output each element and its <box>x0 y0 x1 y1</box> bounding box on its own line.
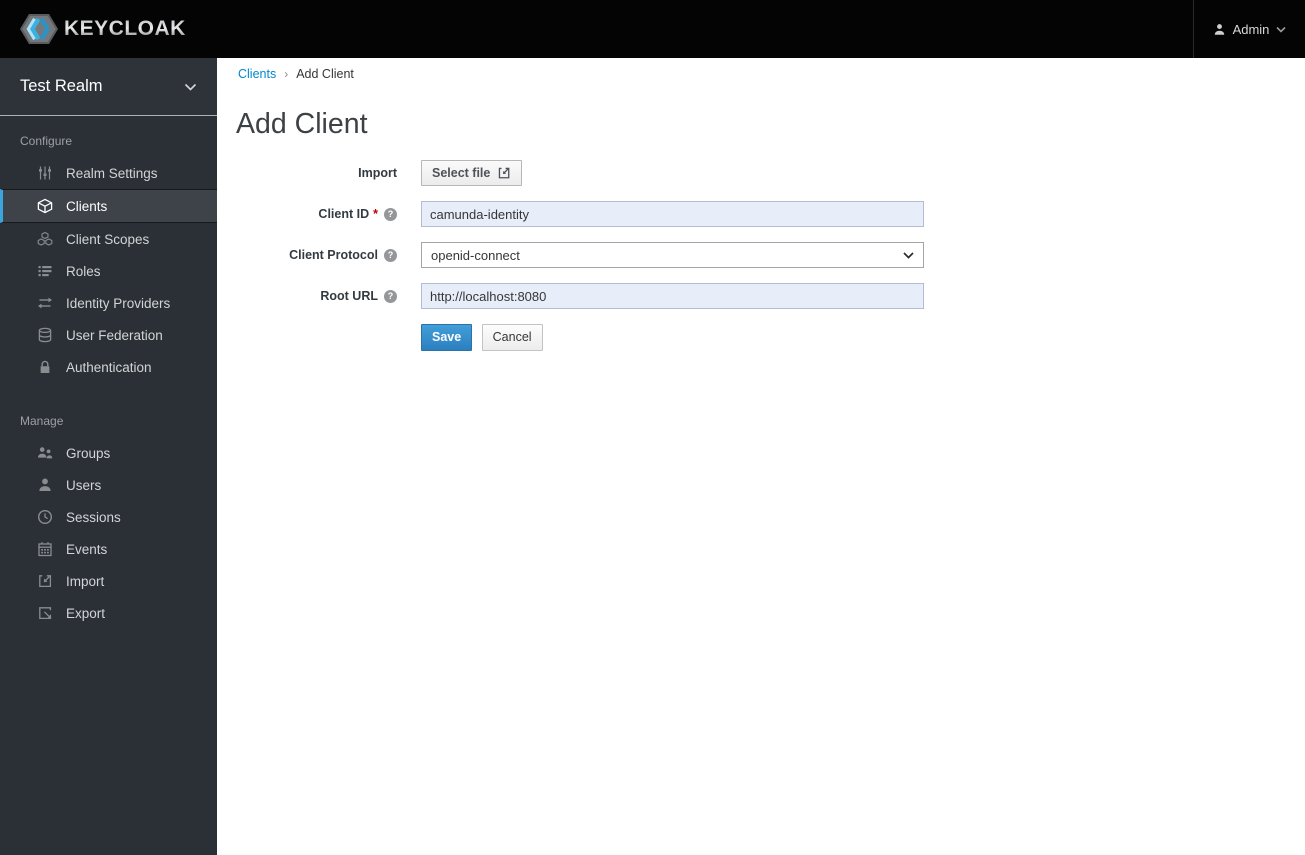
lock-icon <box>36 359 53 375</box>
sidebar-item-label: Realm Settings <box>66 165 158 181</box>
sidebar-item-identity-providers[interactable]: Identity Providers <box>0 287 217 319</box>
import-label: Import <box>358 166 397 180</box>
client-protocol-selected-value: openid-connect <box>431 247 520 263</box>
chevron-down-icon <box>184 83 197 91</box>
select-file-button[interactable]: Select file <box>421 160 523 186</box>
sidebar-item-authentication[interactable]: Authentication <box>0 351 217 383</box>
client-protocol-label: Client Protocol ? <box>238 248 397 262</box>
sidebar-item-label: Clients <box>66 198 108 214</box>
realm-selector-label: Test Realm <box>20 77 103 95</box>
sidebar-item-label: Import <box>66 573 105 589</box>
root-url-input[interactable] <box>421 283 924 309</box>
sidebar-item-label: Groups <box>66 445 111 461</box>
exchange-icon <box>36 295 53 311</box>
sidebar-item-label: Roles <box>66 263 101 279</box>
form-row-client-id: Client ID * ? <box>238 201 924 227</box>
root-url-label: Root URL ? <box>238 289 397 303</box>
sidebar-item-clients[interactable]: Clients <box>0 189 217 223</box>
client-protocol-select[interactable]: openid-connect <box>421 242 924 268</box>
sidebar-item-label: Sessions <box>66 509 121 525</box>
breadcrumb-current: Add Client <box>296 67 354 81</box>
sidebar-item-label: Identity Providers <box>66 295 171 311</box>
sidebar-item-label: Authentication <box>66 359 152 375</box>
sidebar-item-roles[interactable]: Roles <box>0 255 217 287</box>
sidebar-item-label: Users <box>66 477 102 493</box>
help-icon: ? <box>384 289 397 303</box>
client-id-label: Client ID * ? <box>238 207 397 221</box>
import-icon <box>36 573 53 589</box>
sidebar-item-users[interactable]: Users <box>0 469 217 501</box>
keycloak-logo: KEYCLOAK <box>0 0 186 58</box>
page-title: Add Client <box>236 108 368 140</box>
user-menu-label: Admin <box>1232 21 1270 37</box>
sidebar-item-user-federation[interactable]: User Federation <box>0 319 217 351</box>
section-label: Configure <box>20 134 73 148</box>
user-menu[interactable]: Admin <box>1193 0 1305 58</box>
sidebar-item-events[interactable]: Events <box>0 533 217 565</box>
user-icon <box>1213 23 1226 36</box>
client-id-input[interactable] <box>421 201 924 227</box>
sidebar: Test Realm Configure Realm Settings Clie… <box>0 58 217 855</box>
sidebar-item-export[interactable]: Export <box>0 597 217 629</box>
brand-wordmark: KEYCLOAK <box>64 17 186 40</box>
sidebar-item-import[interactable]: Import <box>0 565 217 597</box>
sidebar-item-groups[interactable]: Groups <box>0 437 217 469</box>
sidebar-item-realm-settings[interactable]: Realm Settings <box>0 157 217 189</box>
breadcrumb: Clients › Add Client <box>238 67 354 81</box>
realm-selector[interactable]: Test Realm <box>0 58 217 116</box>
breadcrumb-clients-link[interactable]: Clients <box>238 67 276 81</box>
keycloak-hexagon-icon <box>20 12 58 46</box>
help-icon: ? <box>384 207 397 221</box>
sidebar-item-sessions[interactable]: Sessions <box>0 501 217 533</box>
sidebar-item-client-scopes[interactable]: Client Scopes <box>0 223 217 255</box>
import-file-icon <box>497 166 511 180</box>
sidebar-item-label: Client Scopes <box>66 231 150 247</box>
add-client-form: Import Select file Client ID * ? camunda… <box>238 160 924 365</box>
clock-icon <box>36 509 53 525</box>
chevron-down-icon <box>1276 26 1286 33</box>
required-marker: * <box>373 207 378 221</box>
export-icon <box>36 605 53 621</box>
sidebar-section-manage: Manage Groups Users Sessions Events Impo… <box>0 396 217 629</box>
list-icon <box>36 263 53 279</box>
chevron-down-icon <box>903 251 914 259</box>
form-row-actions: Save Cancel <box>238 323 924 351</box>
cubes-icon <box>36 231 53 247</box>
calendar-icon <box>36 541 53 557</box>
form-row-import: Import Select file <box>238 160 924 186</box>
cube-icon <box>36 198 53 214</box>
section-label: Manage <box>20 414 64 428</box>
form-row-root-url: Root URL ? <box>238 283 924 309</box>
top-bar: KEYCLOAK Admin <box>0 0 1305 58</box>
save-button[interactable]: Save <box>421 323 473 351</box>
breadcrumb-separator: › <box>284 67 289 81</box>
cancel-button[interactable]: Cancel <box>481 323 543 351</box>
user-icon <box>36 477 53 493</box>
form-row-client-protocol: Client Protocol ? openid-connect <box>238 242 924 268</box>
sliders-icon <box>36 165 53 181</box>
sidebar-item-label: Export <box>66 605 106 621</box>
sidebar-item-label: Events <box>66 541 108 557</box>
sidebar-section-configure: Configure Realm Settings Clients Client … <box>0 116 217 383</box>
groups-icon <box>36 445 53 461</box>
sidebar-item-label: User Federation <box>66 327 163 343</box>
database-icon <box>36 327 53 343</box>
main-content: Clients › Add Client Add Client Import S… <box>217 58 1305 855</box>
help-icon: ? <box>384 248 397 262</box>
